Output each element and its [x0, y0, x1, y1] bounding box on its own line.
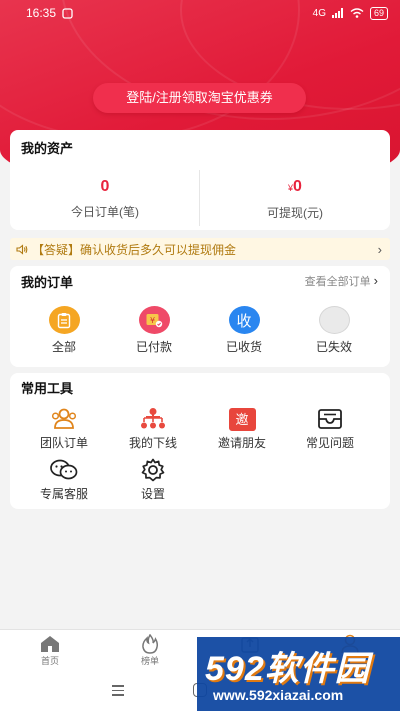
inbox-icon [315, 406, 345, 432]
menu-icon[interactable] [112, 685, 124, 699]
today-orders-label: 今日订单(笔) [71, 205, 139, 219]
svg-text:¥: ¥ [150, 316, 155, 325]
withdrawable-value: ¥0 [200, 178, 390, 197]
tool-team-orders[interactable]: 团队订单 [19, 406, 109, 451]
today-orders-value: 0 [100, 178, 110, 195]
tool-invite-friends-label: 邀请朋友 [217, 436, 266, 450]
invite-icon: 邀 [227, 406, 257, 432]
gear-icon [138, 457, 168, 483]
tool-customer-service[interactable]: 专属客服 [19, 457, 109, 502]
tool-invite-friends[interactable]: 邀 邀请朋友 [197, 406, 287, 451]
clipboard-icon [48, 306, 80, 334]
assets-title: 我的资产 [21, 141, 74, 156]
team-icon [49, 406, 79, 432]
tool-my-downline[interactable]: 我的下线 [108, 406, 198, 451]
paid-icon: ¥ [138, 306, 170, 334]
watermark-brand: 592软件园 [205, 650, 370, 688]
hierarchy-icon [138, 406, 168, 432]
tool-faq-label: 常见问题 [305, 436, 354, 450]
speaker-icon [16, 243, 28, 255]
status-time: 16:35 [26, 6, 57, 20]
chat-icon [49, 457, 79, 483]
tab-home[interactable]: 首页 [0, 630, 100, 671]
tool-settings-label: 设置 [140, 487, 165, 501]
order-received-label: 已收货 [225, 340, 262, 354]
order-received-button[interactable]: 收 已收货 [204, 306, 284, 355]
tool-settings[interactable]: 设置 [108, 457, 198, 502]
notification-icon [62, 7, 73, 19]
signal-icon [331, 8, 343, 18]
network-label: 4G [312, 7, 326, 19]
orders-title: 我的订单 [21, 275, 74, 290]
orders-card: 我的订单 查看全部订单 › 全部 ¥ 已付款 收 已收货 已失效 [10, 266, 390, 367]
assets-card: 我的资产 0 今日订单(笔) ¥0 可提现(元) [10, 130, 390, 230]
flame-icon [100, 634, 200, 654]
status-bar: 16:35 4G 69 [0, 0, 400, 26]
notice-text: 【答疑】确认收货后多久可以提现佣金 [32, 242, 237, 257]
withdrawable-label: 可提现(元) [267, 206, 323, 220]
order-invalid-label: 已失效 [315, 340, 352, 354]
order-paid-label: 已付款 [135, 340, 172, 354]
received-icon: 收 [228, 306, 260, 334]
invalid-icon [318, 306, 350, 334]
order-invalid-button[interactable]: 已失效 [294, 306, 374, 355]
invite-glyph: 邀 [228, 407, 256, 431]
battery-icon: 69 [369, 6, 388, 20]
tab-home-label: 首页 [40, 656, 59, 666]
tab-ranking-label: 榜单 [140, 656, 159, 666]
see-all-orders-link[interactable]: 查看全部订单 › [305, 273, 378, 289]
wifi-icon [350, 8, 364, 18]
tool-customer-service-label: 专属客服 [39, 487, 88, 501]
tools-title: 常用工具 [21, 381, 74, 396]
tab-ranking[interactable]: 榜单 [100, 630, 200, 671]
order-all-label: 全部 [51, 340, 76, 354]
chevron-right-icon: › [373, 273, 378, 288]
watermark-logo: 592软件园 www.592xiazai.com [197, 637, 400, 711]
tool-team-orders-label: 团队订单 [39, 436, 88, 450]
home-icon [0, 634, 100, 654]
order-all-button[interactable]: 全部 [24, 306, 104, 355]
watermark-url: www.592xiazai.com [213, 687, 344, 703]
today-orders[interactable]: 0 今日订单(笔) [10, 178, 200, 220]
see-all-label: 查看全部订单 [304, 276, 371, 288]
tool-my-downline-label: 我的下线 [128, 436, 177, 450]
notice-bar[interactable]: 【答疑】确认收货后多久可以提现佣金 › [10, 238, 390, 260]
withdrawable-balance[interactable]: ¥0 可提现(元) [200, 178, 390, 221]
withdrawable-amount: 0 [293, 178, 302, 195]
chevron-right-icon: › [377, 241, 382, 257]
login-coupon-button[interactable]: 登陆/注册领取淘宝优惠券 [93, 83, 306, 113]
tools-card: 常用工具 团队订单 我的下线 邀 邀请朋友 常见问题 专属客服 设置 [10, 373, 390, 509]
tool-faq[interactable]: 常见问题 [285, 406, 375, 451]
order-paid-button[interactable]: ¥ 已付款 [114, 306, 194, 355]
